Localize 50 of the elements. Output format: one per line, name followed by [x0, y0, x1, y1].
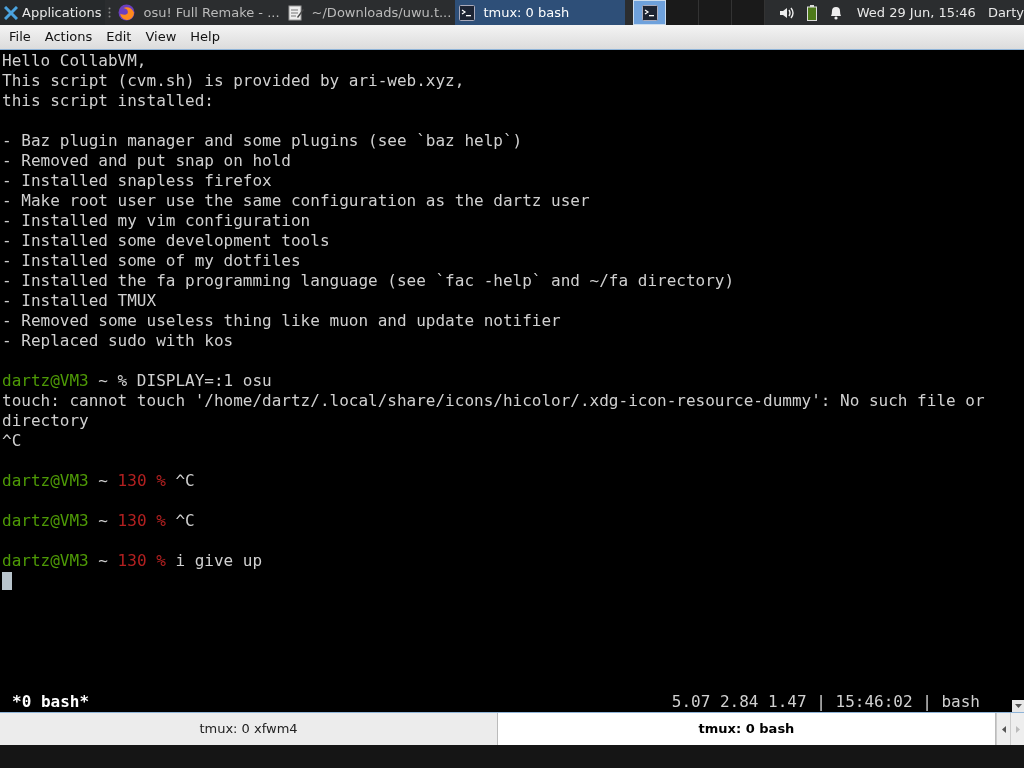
window-button[interactable]: osu! Full Remake - ... — [114, 0, 284, 25]
applications-menu[interactable]: Applications — [0, 0, 106, 25]
menu-item[interactable]: Help — [190, 27, 220, 47]
output-line: - Replaced sudo with kos — [2, 331, 235, 351]
output-line: - Installed some development tools — [2, 231, 331, 251]
left-arrow-icon — [1001, 725, 1006, 733]
terminal-icon — [459, 4, 476, 21]
terminal-tab[interactable]: tmux: 0 xfwm4 — [0, 713, 498, 745]
output-line: - Installed my vim configuration — [2, 211, 312, 231]
right-arrow-icon — [1015, 725, 1020, 733]
prompt-line: dartz@VM3 ~ 130 % ^C — [2, 471, 196, 491]
bell-icon[interactable] — [828, 5, 843, 20]
user-name[interactable]: Darty — [987, 2, 1024, 23]
menu-item[interactable]: File — [9, 27, 31, 47]
scroll-down-button[interactable] — [1012, 700, 1024, 712]
menu-item[interactable]: Actions — [44, 27, 93, 47]
output-line: Hello CollabVM, — [2, 51, 148, 71]
tmux-status-info: 5.07 2.84 1.47 | 15:46:02 | bash — [671, 692, 980, 712]
output-line: - Installed TMUX — [2, 291, 158, 311]
output-line: - Installed snapless firefox — [2, 171, 273, 191]
clock[interactable]: Wed 29 Jun, 15:46 — [856, 2, 976, 23]
menu-item[interactable]: View — [145, 27, 177, 47]
prompt-line: dartz@VM3 ~ 130 % ^C — [2, 511, 196, 531]
window-button[interactable]: tmux: 0 bash — [455, 0, 626, 25]
prompt-line: dartz@VM3 ~ % DISPLAY=:1 osu — [2, 371, 273, 391]
terminal-icon — [641, 4, 658, 21]
battery-icon[interactable] — [806, 4, 817, 21]
prompt-line: dartz@VM3 ~ 130 % i give up — [2, 551, 264, 571]
x-logo-icon — [4, 5, 18, 20]
down-arrow-icon — [1014, 704, 1022, 708]
volume-icon[interactable] — [778, 5, 795, 20]
fox-globe-icon — [118, 4, 136, 21]
terminal-tab[interactable]: tmux: 0 bash — [498, 713, 996, 745]
output-line: ^C — [2, 431, 23, 451]
output-line: - Removed and put snap on hold — [2, 151, 292, 171]
output-line: this script installed: — [2, 91, 215, 111]
output-line: - Make root user use the same configuration as the dartz user — [2, 191, 591, 211]
output-line: - Installed the fa programming language (see `fac -help` and ~/fa directory) — [2, 271, 736, 291]
separator-icon — [108, 7, 112, 18]
window-button[interactable]: ~/Downloads/uwu.t... — [283, 0, 456, 25]
output-line: touch: cannot touch '/home/dartz/.local/share/icons/hicolor/.xdg-icon-resource-dummy': No such file or directory — [2, 391, 986, 431]
notepad-pencil-icon — [287, 4, 304, 21]
output-line: - Baz plugin manager and some plugins (see `baz help`) — [2, 131, 524, 151]
menu-item[interactable]: Edit — [106, 27, 132, 47]
output-line: This script (cvm.sh) is provided by ari-web.xyz, — [2, 71, 466, 91]
tmux-window-label: *0 bash* — [12, 692, 90, 712]
text-cursor — [2, 572, 12, 590]
output-line: - Removed some useless thing like muon and update notifier — [2, 311, 562, 331]
output-line: - Installed some of my dotfiles — [2, 251, 302, 271]
tab-scroll-left[interactable] — [996, 713, 1010, 745]
